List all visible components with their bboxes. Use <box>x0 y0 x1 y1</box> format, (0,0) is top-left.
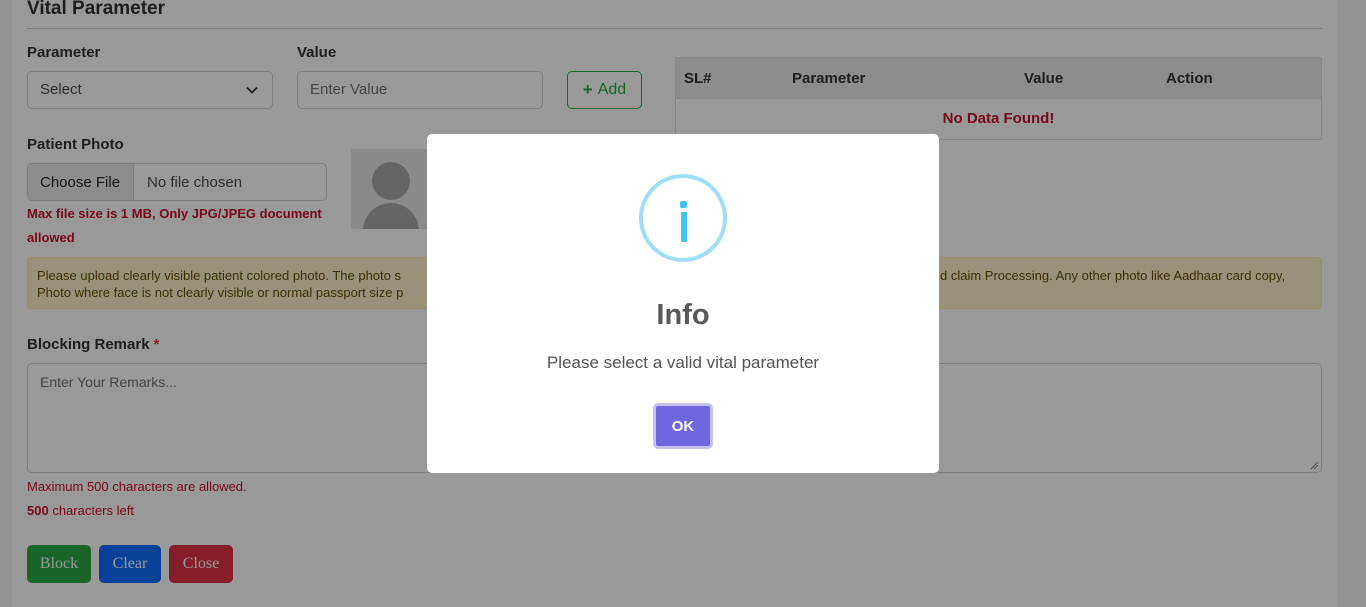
info-icon <box>639 174 727 262</box>
dialog-title: Info <box>656 299 710 331</box>
info-icon-dot <box>680 201 687 208</box>
ok-button[interactable]: OK <box>653 403 713 449</box>
info-dialog: Info Please select a valid vital paramet… <box>427 134 939 473</box>
info-icon-stem <box>681 212 687 242</box>
dialog-message: Please select a valid vital parameter <box>546 353 820 372</box>
